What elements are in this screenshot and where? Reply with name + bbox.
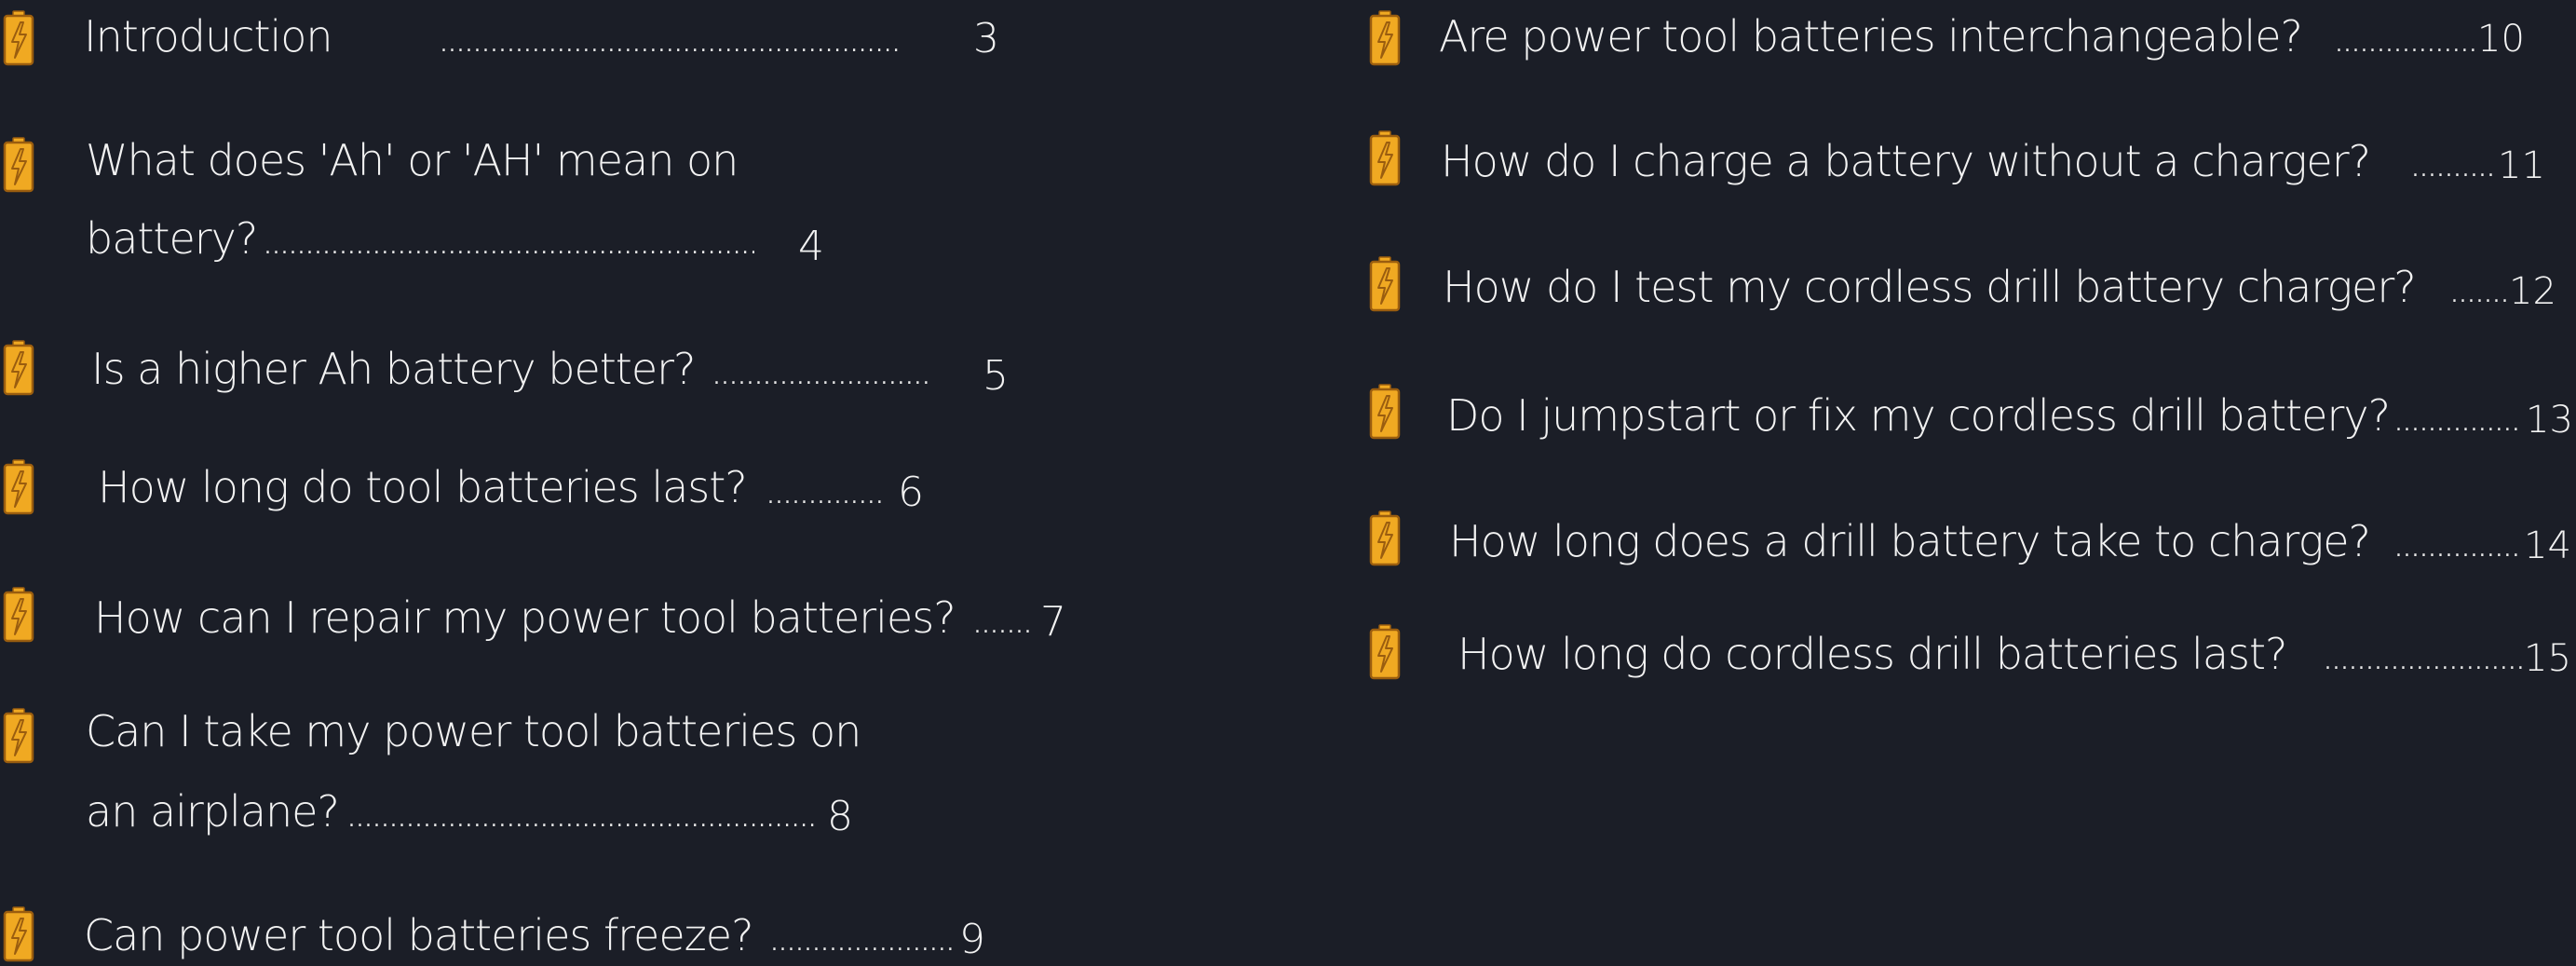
toc-entry-title: How can I repair my power tool batteries… <box>94 592 956 643</box>
battery-charging-icon <box>1369 10 1401 66</box>
battery-charging-icon <box>1369 256 1401 312</box>
toc-entry-title: Do I jumpstart or fix my cordless drill … <box>1446 390 2391 441</box>
toc-leader-dots: ........................................… <box>771 934 957 955</box>
battery-charging-icon <box>3 708 34 764</box>
toc-page-number: 13 <box>2526 399 2573 442</box>
toc-leader-dots: ............................... <box>2395 415 2522 435</box>
toc-leader-dots: ........................................… <box>348 810 814 831</box>
toc-entry-title-continued: an airplane? <box>86 786 340 837</box>
battery-charging-icon <box>3 10 34 66</box>
toc-page-number: 6 <box>898 469 924 516</box>
battery-charging-icon <box>1369 384 1401 440</box>
toc-leader-dots: ........................................… <box>441 35 899 56</box>
battery-charging-icon <box>3 587 34 643</box>
toc-leader-dots: ........................................… <box>264 238 754 258</box>
toc-leader-dots: ............................... <box>2395 540 2522 561</box>
toc-page-number: 14 <box>2524 524 2571 567</box>
toc-leader-dots: .................................. <box>2336 35 2475 56</box>
battery-charging-icon <box>1369 624 1401 680</box>
battery-charging-icon <box>1369 130 1401 186</box>
toc-page-number: 12 <box>2509 270 2556 313</box>
toc-leader-dots: .............. <box>2451 286 2509 306</box>
toc-entry-title: How long do tool batteries last? <box>98 462 748 512</box>
toc-entry-title: What does 'Ah' or 'AH' mean on <box>86 135 739 185</box>
toc-page-number: 5 <box>983 352 1009 400</box>
toc-page-number: 4 <box>798 223 824 270</box>
toc-entry-title: How long do cordless drill batteries las… <box>1457 629 2287 679</box>
toc-entry-title: Can power tool batteries freeze? <box>84 910 754 960</box>
toc-page-number: 8 <box>827 793 853 840</box>
toc-page-number: 7 <box>1040 598 1066 646</box>
toc-leader-dots: ............................ <box>767 487 887 508</box>
toc-leader-dots: ............. <box>974 617 1032 637</box>
toc-entry-title: Introduction <box>84 11 333 61</box>
battery-charging-icon <box>3 137 34 193</box>
toc-page-number: 11 <box>2498 144 2545 187</box>
toc-leader-dots: ........................................… <box>713 368 928 388</box>
toc-leader-dots: ..................... <box>2412 160 2498 181</box>
toc-page-number: 3 <box>973 15 999 62</box>
toc-page-number: 9 <box>959 916 985 963</box>
toc-entry-title: Can I take my power tool batteries on <box>86 706 861 756</box>
battery-charging-icon <box>3 340 34 396</box>
battery-charging-icon <box>3 459 34 515</box>
toc-entry-title: Are power tool batteries interchangeable… <box>1439 11 2303 61</box>
toc-leader-dots: ........................................… <box>2325 653 2522 673</box>
toc-entry-title: How do I test my cordless drill battery … <box>1443 262 2417 312</box>
toc-entry-title-continued: battery? <box>86 213 258 264</box>
toc-page-number: 10 <box>2477 18 2525 61</box>
toc-page-number: 15 <box>2524 637 2571 680</box>
battery-charging-icon <box>3 906 34 962</box>
toc-entry-title: How long does a drill battery take to ch… <box>1449 516 2371 566</box>
battery-charging-icon <box>1369 510 1401 566</box>
toc-entry-title: Is a higher Ah battery better? <box>91 344 696 394</box>
toc-entry-title: How do I charge a battery without a char… <box>1441 136 2371 186</box>
